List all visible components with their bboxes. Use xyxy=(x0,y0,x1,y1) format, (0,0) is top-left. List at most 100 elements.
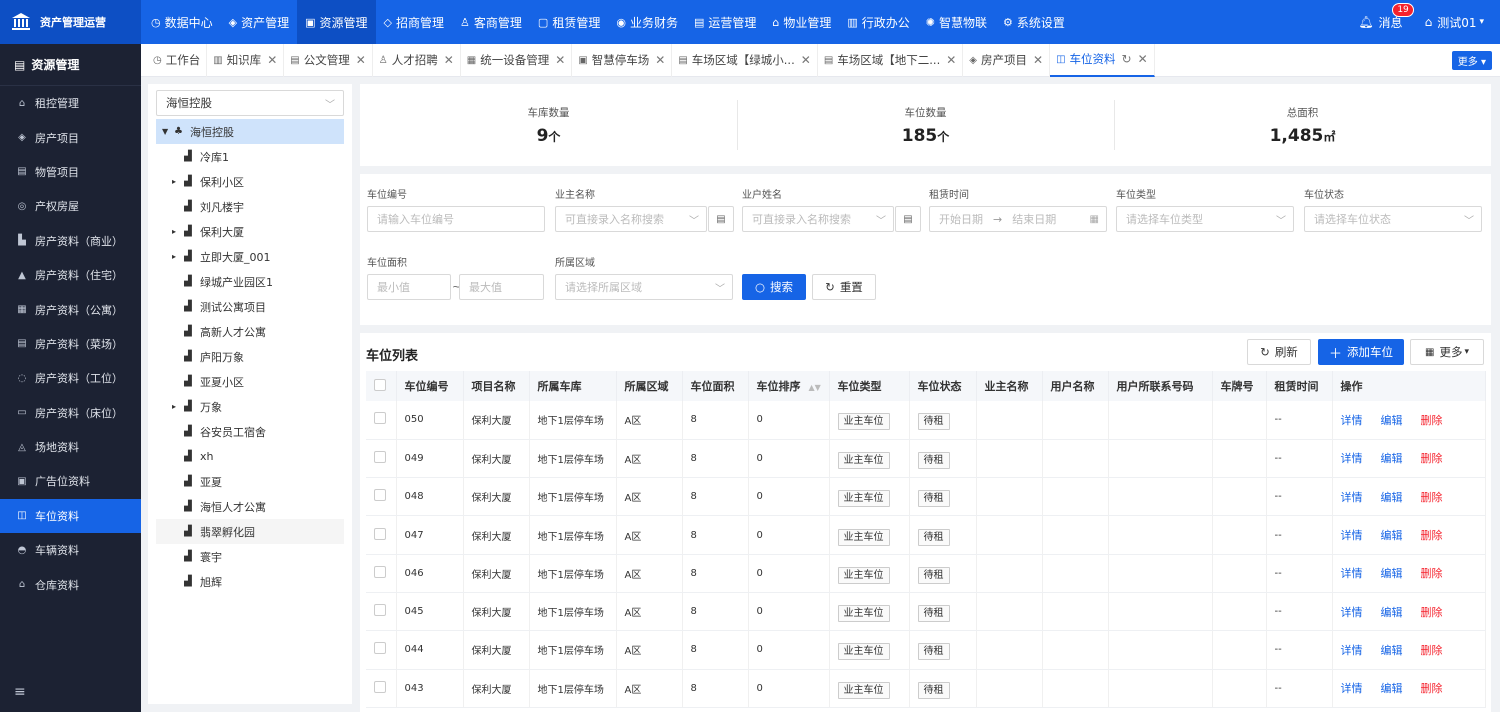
area-min-input[interactable]: 最小值 xyxy=(367,274,451,300)
tree-node[interactable]: ▟ 刘凡楼宇 xyxy=(156,194,344,219)
tree-node[interactable]: ▸ ▟ 立即大厦_001 xyxy=(156,244,344,269)
topnav-item[interactable]: ◷ 数据中心 xyxy=(143,0,221,44)
edit-link[interactable]: 编辑 xyxy=(1381,529,1403,542)
caret-right-icon[interactable]: ▸ xyxy=(172,227,184,236)
tree-node[interactable]: ▟ 绿城产业园区1 xyxy=(156,269,344,294)
sidebar-item[interactable]: ▦ 房产资料（公寓） xyxy=(0,292,141,326)
collapse-menu-icon[interactable]: ≡ xyxy=(14,684,26,700)
close-icon[interactable]: ✕ xyxy=(946,53,956,67)
tree-node[interactable]: ▟ 谷安员工宿舍 xyxy=(156,419,344,444)
close-icon[interactable]: ✕ xyxy=(801,53,811,67)
select-all-checkbox[interactable] xyxy=(374,378,386,391)
region-select[interactable]: 请选择所属区域 ﹀ xyxy=(555,274,733,300)
sidebar-item[interactable]: ⌂ 仓库资料 xyxy=(0,567,141,601)
detail-link[interactable]: 详情 xyxy=(1341,606,1363,619)
sidebar-item[interactable]: ▤ 房产资料（菜场） xyxy=(0,327,141,361)
delete-link[interactable]: 删除 xyxy=(1421,529,1443,542)
owner-select[interactable]: 可直接录入名称搜索 ﹀ xyxy=(555,206,707,232)
topnav-item[interactable]: ⌂ 物业管理 xyxy=(764,0,839,44)
tree-node[interactable]: ▟ 测试公寓项目 xyxy=(156,294,344,319)
space-no-input[interactable]: 请输入车位编号 xyxy=(367,206,545,232)
close-icon[interactable]: ✕ xyxy=(356,53,366,67)
edit-link[interactable]: 编辑 xyxy=(1381,452,1403,465)
reload-icon[interactable]: ↻ xyxy=(1122,52,1132,66)
search-button[interactable]: ○ 搜索 xyxy=(742,274,806,300)
topnav-item[interactable]: ◇ 招商管理 xyxy=(376,0,452,44)
table-more-button[interactable]: ▦ 更多 ▾ xyxy=(1410,339,1484,365)
row-checkbox[interactable] xyxy=(374,450,386,463)
detail-link[interactable]: 详情 xyxy=(1341,682,1363,695)
tree-node[interactable]: ▟ 旭辉 xyxy=(156,569,344,594)
space-status-select[interactable]: 请选择车位状态 ﹀ xyxy=(1304,206,1482,232)
rent-date-range[interactable]: 开始日期 → 结束日期 ▦ xyxy=(929,206,1107,232)
topnav-item[interactable]: ⚙ 系统设置 xyxy=(995,0,1073,44)
tree-node[interactable]: ▟ 亚夏 xyxy=(156,469,344,494)
tab[interactable]: ▤ 车场区域【绿城小... ✕ xyxy=(672,43,818,77)
delete-link[interactable]: 删除 xyxy=(1421,414,1443,427)
caret-right-icon[interactable]: ▸ xyxy=(172,252,184,261)
tabs-more-button[interactable]: 更多 ▾ xyxy=(1451,51,1492,70)
delete-link[interactable]: 删除 xyxy=(1421,567,1443,580)
tree-node[interactable]: ▸ ▟ 保利小区 xyxy=(156,169,344,194)
tab[interactable]: ♙ 人才招聘 ✕ xyxy=(373,43,461,77)
tab[interactable]: ▦ 统一设备管理 ✕ xyxy=(461,43,573,77)
tab[interactable]: ▣ 智慧停车场 ✕ xyxy=(572,43,673,77)
close-icon[interactable]: ✕ xyxy=(1138,52,1148,66)
edit-link[interactable]: 编辑 xyxy=(1381,414,1403,427)
refresh-button[interactable]: ↻ 刷新 xyxy=(1247,339,1311,365)
sidebar-item[interactable]: ◓ 车辆资料 xyxy=(0,533,141,567)
delete-link[interactable]: 删除 xyxy=(1421,452,1443,465)
detail-link[interactable]: 详情 xyxy=(1341,452,1363,465)
row-checkbox[interactable] xyxy=(374,604,386,617)
brand[interactable]: 资产管理运营 xyxy=(0,0,141,44)
caret-down-icon[interactable]: ▼ xyxy=(162,127,174,136)
detail-link[interactable]: 详情 xyxy=(1341,644,1363,657)
org-select[interactable]: 海恒控股 ﹀ xyxy=(156,90,344,116)
close-icon[interactable]: ✕ xyxy=(1033,53,1043,67)
topnav-item[interactable]: ▥ 行政办公 xyxy=(839,0,917,44)
close-icon[interactable]: ✕ xyxy=(555,53,565,67)
tenant-select[interactable]: 可直接录入名称搜索 ﹀ xyxy=(742,206,894,232)
user-menu[interactable]: ⌂ 测试01 ▾ xyxy=(1425,14,1484,31)
topnav-item[interactable]: ◈ 资产管理 xyxy=(221,0,297,44)
tab[interactable]: ▥ 知识库 ✕ xyxy=(207,43,285,77)
row-checkbox[interactable] xyxy=(374,489,386,502)
delete-link[interactable]: 删除 xyxy=(1421,606,1443,619)
caret-right-icon[interactable]: ▸ xyxy=(172,177,184,186)
edit-link[interactable]: 编辑 xyxy=(1381,644,1403,657)
sidebar-item[interactable]: ⌂ 租控管理 xyxy=(0,86,141,120)
delete-link[interactable]: 删除 xyxy=(1421,644,1443,657)
tenant-lookup-button[interactable]: ▤ xyxy=(895,206,921,232)
detail-link[interactable]: 详情 xyxy=(1341,567,1363,580)
messages-button[interactable]: 🔔︎ 消息 19 xyxy=(1358,2,1414,31)
edit-link[interactable]: 编辑 xyxy=(1381,606,1403,619)
space-type-select[interactable]: 请选择车位类型 ﹀ xyxy=(1116,206,1294,232)
sidebar-item[interactable]: ◈ 房产项目 xyxy=(0,120,141,154)
tab[interactable]: ▤ 公文管理 ✕ xyxy=(284,43,373,77)
sidebar-item[interactable]: ◫ 车位资料 xyxy=(0,498,141,534)
delete-link[interactable]: 删除 xyxy=(1421,682,1443,695)
row-checkbox[interactable] xyxy=(374,642,386,655)
edit-link[interactable]: 编辑 xyxy=(1381,567,1403,580)
topnav-item[interactable]: ♙ 客商管理 xyxy=(452,0,530,44)
tree-node[interactable]: ▟ 高新人才公寓 xyxy=(156,319,344,344)
close-icon[interactable]: ✕ xyxy=(655,53,665,67)
row-checkbox[interactable] xyxy=(374,527,386,540)
row-checkbox[interactable] xyxy=(374,565,386,578)
tree-node[interactable]: ▟ 亚夏小区 xyxy=(156,369,344,394)
topnav-item[interactable]: ▢ 租赁管理 xyxy=(530,0,608,44)
tree-node[interactable]: ▸ ▟ 万象 xyxy=(156,394,344,419)
tree-node[interactable]: ▸ ▟ 保利大厦 xyxy=(156,219,344,244)
row-checkbox[interactable] xyxy=(374,412,386,425)
tree-node[interactable]: ▟ 海恒人才公寓 xyxy=(156,494,344,519)
tab[interactable]: ◈ 房产项目 ✕ xyxy=(963,43,1051,77)
add-space-button[interactable]: ＋ 添加车位 xyxy=(1318,339,1404,365)
tab[interactable]: ◫ 车位资料 ↻ ✕ xyxy=(1050,43,1155,77)
close-icon[interactable]: ✕ xyxy=(444,53,454,67)
delete-link[interactable]: 删除 xyxy=(1421,491,1443,504)
tree-node[interactable]: ▟ 庐阳万象 xyxy=(156,344,344,369)
sidebar-item[interactable]: ▲ 房产资料（住宅） xyxy=(0,258,141,292)
tree-root[interactable]: ▼ ♣ 海恒控股 xyxy=(156,119,344,144)
tree-node[interactable]: ▟ 翡翠孵化园 xyxy=(156,519,344,544)
sidebar-item[interactable]: ▣ 广告位资料 xyxy=(0,464,141,498)
